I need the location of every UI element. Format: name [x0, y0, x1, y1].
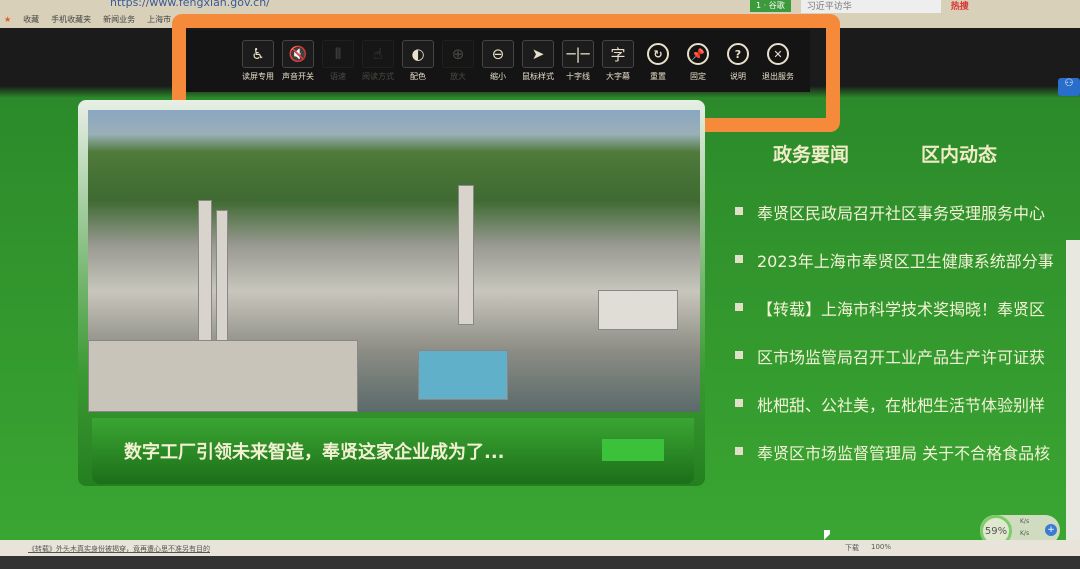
bookmark[interactable]: 上海市 [147, 14, 171, 25]
feature-caption-bar: 数字工厂引领未来智造，奉贤这家企业成为了... [92, 418, 694, 484]
tab-district-news[interactable]: 区内动态 [921, 140, 997, 167]
bullet-icon [735, 303, 743, 311]
side-widget-icon[interactable]: ⚇ [1058, 78, 1080, 96]
list-item[interactable]: 2023年上海市奉贤区卫生健康系统部分事 [735, 248, 1080, 296]
bullet-icon [735, 399, 743, 407]
tab-government-news[interactable]: 政务要闻 [773, 140, 849, 167]
download-button[interactable]: 下载 [845, 543, 859, 553]
news-title[interactable]: 【转载】上海市科学技术奖揭晓！奉贤区 [757, 296, 1045, 320]
feature-card[interactable]: 数字工厂引领未来智造，奉贤这家企业成为了... [78, 100, 705, 486]
list-item[interactable]: 【转载】上海市科学技术奖揭晓！奉贤区 [735, 296, 1080, 344]
taskbar [0, 556, 1080, 569]
news-tabs: 政务要闻 区内动态 [773, 140, 997, 167]
star-icon: ★ [4, 14, 12, 24]
more-button[interactable] [602, 439, 664, 461]
scrollbar[interactable] [1066, 240, 1080, 540]
news-title[interactable]: 2023年上海市奉贤区卫生健康系统部分事 [757, 248, 1054, 272]
list-item[interactable]: 枇杷甜、公社美，在枇杷生活节体验别样 [735, 392, 1080, 440]
bullet-icon [735, 207, 743, 215]
plus-icon[interactable]: + [1045, 524, 1057, 536]
news-title[interactable]: 奉贤区民政局召开社区事务受理服务中心 [757, 200, 1045, 224]
bookmark[interactable]: 新闻业务 [103, 14, 135, 25]
address-bar[interactable]: https://www.fengxian.gov.cn/ [110, 0, 270, 9]
upload-speed: K/s [1020, 518, 1030, 525]
news-list: 奉贤区民政局召开社区事务受理服务中心 2023年上海市奉贤区卫生健康系统部分事 … [735, 200, 1080, 488]
bullet-icon [735, 255, 743, 263]
bullet-icon [735, 351, 743, 359]
list-item[interactable]: 奉贤区市场监督管理局 关于不合格食品核 [735, 440, 1080, 488]
download-speed: K/s [1020, 530, 1030, 537]
news-title[interactable]: 奉贤区市场监督管理局 关于不合格食品核 [757, 440, 1050, 464]
zoom-level[interactable]: 100% [871, 543, 891, 553]
feature-image[interactable] [88, 110, 700, 412]
news-title[interactable]: 区市场监管局召开工业产品生产许可证获 [757, 344, 1045, 368]
list-item[interactable]: 区市场监管局召开工业产品生产许可证获 [735, 344, 1080, 392]
bookmark[interactable]: 手机收藏夹 [51, 14, 91, 25]
bullet-icon [735, 447, 743, 455]
bookmark[interactable]: 收藏 [23, 14, 39, 25]
list-item[interactable]: 奉贤区民政局召开社区事务受理服务中心 [735, 200, 1080, 248]
status-link[interactable]: 《转载》外头木真实身份被揭穿，竟再遭心思不准另有目的 [28, 544, 210, 554]
mouse-cursor-icon [824, 530, 830, 540]
feature-caption[interactable]: 数字工厂引领未来智造，奉贤这家企业成为了... [124, 438, 505, 464]
news-title[interactable]: 枇杷甜、公社美，在枇杷生活节体验别样 [757, 392, 1045, 416]
status-bar: 《转载》外头木真实身份被揭穿，竟再遭心思不准另有目的 下载 100% [0, 540, 1080, 556]
